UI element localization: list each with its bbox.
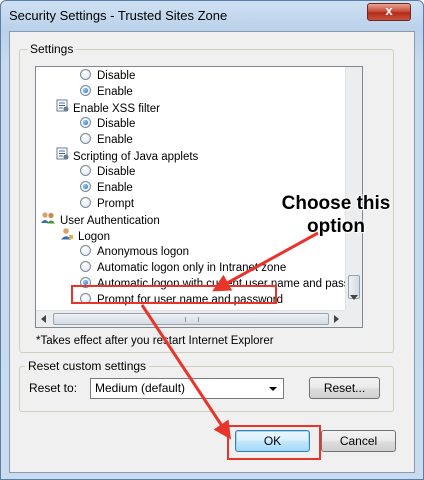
radio-checked-icon[interactable] <box>80 117 91 129</box>
radio-unchecked-icon[interactable] <box>80 133 91 145</box>
reset-level-select[interactable]: Medium (default) <box>90 378 284 399</box>
highlight-prompt-option <box>71 285 277 304</box>
restart-note: *Takes effect after you restart Internet… <box>36 335 274 347</box>
chevron-down-icon[interactable] <box>269 387 277 391</box>
radio-unchecked-icon[interactable] <box>80 197 91 209</box>
radio-option-disable[interactable]: Disable <box>80 68 135 84</box>
title-bar[interactable]: Security Settings - Trusted Sites Zone x <box>1 1 423 31</box>
radio-option-enable[interactable]: Enable <box>80 132 133 148</box>
scrollbar-corner <box>345 310 362 327</box>
settings-page-icon <box>56 147 69 165</box>
row-label: Disable <box>97 166 136 178</box>
setting-header-enable-xss-filter: Enable XSS filter <box>56 99 160 117</box>
close-button[interactable]: x <box>367 3 411 21</box>
callout-line-2: option <box>306 216 366 237</box>
scroll-right-icon[interactable] <box>334 315 340 323</box>
settings-page-icon <box>56 99 69 117</box>
scroll-left-icon[interactable] <box>41 315 47 323</box>
close-icon: x <box>385 3 393 18</box>
row-label: Disable <box>97 70 136 82</box>
radio-option-enable[interactable]: Enable <box>80 180 133 196</box>
callout-line-1: Choose this <box>281 193 391 214</box>
row-label: Logon <box>78 231 110 244</box>
radio-option-disable[interactable]: Disable <box>80 116 135 132</box>
radio-option-prompt[interactable]: Prompt <box>80 196 134 212</box>
settings-group-label: Settings <box>27 42 77 56</box>
window-title: Security Settings - Trusted Sites Zone <box>9 8 228 23</box>
horizontal-scrollbar[interactable] <box>36 310 347 327</box>
row-label: Enable <box>97 134 133 146</box>
horizontal-scroll-thumb[interactable] <box>53 313 329 325</box>
setting-header-user-authentication: User Authentication <box>40 212 160 228</box>
row-label: Enable <box>97 182 133 194</box>
setting-header-scripting-of-java-applets: Scripting of Java applets <box>56 147 199 165</box>
radio-checked-icon[interactable] <box>80 181 91 193</box>
radio-checked-icon[interactable] <box>80 85 91 97</box>
radio-option-disable[interactable]: Disable <box>80 164 135 180</box>
radio-option-enable[interactable]: Enable <box>80 84 133 100</box>
row-label: Enable <box>97 86 133 98</box>
row-label: User Authentication <box>60 215 160 228</box>
reset-to-label: Reset to: <box>29 381 78 395</box>
row-label: Scripting of Java applets <box>73 151 199 164</box>
user-icon <box>60 227 74 245</box>
annotation-callout: Choose this option <box>276 192 396 238</box>
reset-group-label: Reset custom settings <box>25 359 150 373</box>
row-label: Prompt <box>97 198 135 210</box>
cancel-button[interactable]: Cancel <box>321 430 396 452</box>
setting-header-logon: Logon <box>60 228 110 244</box>
users-icon <box>40 211 56 229</box>
highlight-ok-button <box>227 425 321 460</box>
reset-level-value: Medium (default) <box>95 381 186 395</box>
scroll-down-icon[interactable] <box>350 295 358 301</box>
row-label: Enable XSS filter <box>73 103 160 116</box>
row-label: Automatic logon only in Intranet zone <box>97 262 287 274</box>
row-label: Disable <box>97 118 136 130</box>
row-label: Anonymous logon <box>97 246 190 258</box>
radio-unchecked-icon[interactable] <box>80 245 91 257</box>
reset-button[interactable]: Reset... <box>309 377 380 399</box>
radio-unchecked-icon[interactable] <box>80 261 91 273</box>
vertical-scrollbar[interactable] <box>345 67 362 311</box>
radio-unchecked-icon[interactable] <box>80 69 91 81</box>
radio-unchecked-icon[interactable] <box>80 165 91 177</box>
radio-option-automatic-logon-only-in-intranet-zone[interactable]: Automatic logon only in Intranet zone <box>80 260 286 276</box>
radio-option-anonymous-logon[interactable]: Anonymous logon <box>80 244 189 260</box>
